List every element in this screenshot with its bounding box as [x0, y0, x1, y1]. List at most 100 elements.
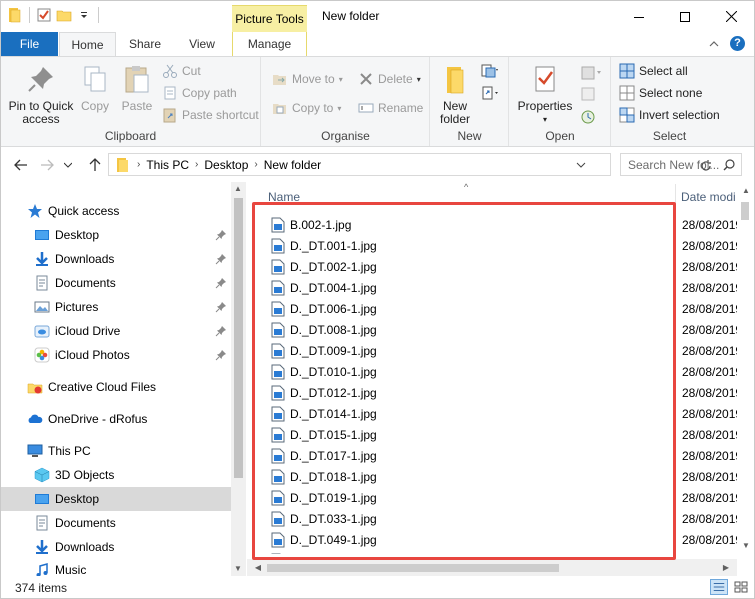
edit-icon[interactable]	[580, 86, 596, 102]
table-row[interactable]: D._DT.004-1.jpg 28/08/2019	[247, 277, 737, 298]
table-row[interactable]: D._DT.033-1.jpg 28/08/2019	[247, 508, 737, 529]
back-button[interactable]	[11, 155, 31, 175]
sidebar-item-3d-objects[interactable]: 3D Objects	[34, 463, 231, 487]
sidebar-item-documents-pinned[interactable]: Documents	[34, 271, 231, 295]
table-row[interactable]: D._DT.002-1.jpg 28/08/2019	[247, 256, 737, 277]
sidebar-item-pictures-pinned[interactable]: Pictures	[34, 295, 231, 319]
delete-button[interactable]: Delete ▾	[358, 69, 421, 89]
filelist-scroll-thumb[interactable]	[741, 202, 749, 220]
navpane-scroll-thumb[interactable]	[234, 198, 243, 478]
pin-icon[interactable]	[215, 277, 227, 289]
table-row[interactable]: D._DT.051-1.jpg28/08/2019	[247, 550, 737, 554]
address-bar[interactable]: › This PC › Desktop › New folder	[108, 153, 711, 176]
new-folder-button[interactable]: New folder	[433, 63, 477, 126]
filelist-hscroll-thumb[interactable]	[267, 564, 559, 572]
tab-home[interactable]: Home	[59, 32, 116, 57]
copy-button[interactable]: Copy	[77, 63, 113, 113]
table-row[interactable]: D._DT.014-1.jpg 28/08/2019	[247, 403, 737, 424]
properties-check-icon[interactable]	[36, 7, 52, 23]
pin-icon[interactable]	[215, 301, 227, 313]
table-row[interactable]: D._DT.010-1.jpg 28/08/2019	[247, 361, 737, 382]
tab-manage[interactable]: Manage	[232, 32, 307, 56]
pin-icon[interactable]	[215, 253, 227, 265]
sidebar-item-icloud-drive[interactable]: iCloud Drive	[34, 319, 231, 343]
tab-view[interactable]: View	[176, 32, 228, 56]
table-row[interactable]: D._DT.012-1.jpg 28/08/2019	[247, 382, 737, 403]
breadcrumb-desktop[interactable]: Desktop ›	[204, 158, 257, 172]
address-dropdown-icon[interactable]	[576, 160, 586, 170]
sidebar-item-documents[interactable]: Documents	[34, 511, 231, 535]
pin-icon[interactable]	[215, 325, 227, 337]
paste-shortcut-button[interactable]: Paste shortcut	[162, 105, 259, 125]
help-icon[interactable]: ?	[730, 36, 745, 51]
sidebar-item-downloads-pinned[interactable]: Downloads	[34, 247, 231, 271]
collapse-ribbon-icon[interactable]	[708, 38, 720, 50]
properties-button[interactable]: Properties ▾	[516, 63, 574, 126]
table-row[interactable]: D._DT.009-1.jpg 28/08/2019	[247, 340, 737, 361]
sidebar-item-label: Pictures	[55, 300, 99, 314]
sidebar-item-this-pc[interactable]: This PC	[27, 439, 231, 463]
sidebar-item-label: Desktop	[55, 228, 100, 242]
explorer-window: Picture Tools New folder File Home Share…	[0, 0, 755, 599]
new-item-icon[interactable]	[481, 63, 499, 79]
customize-qat-icon[interactable]	[76, 7, 92, 23]
table-row[interactable]: D._DT.049-1.jpg 28/08/2019	[247, 529, 737, 550]
sidebar-item-desktop-pinned[interactable]: Desktop	[34, 223, 231, 247]
breadcrumb-new-folder[interactable]: New folder	[264, 158, 321, 172]
breadcrumb-this-pc[interactable]: This PC ›	[146, 158, 198, 172]
table-row[interactable]: D._DT.001-1.jpg 28/08/2019	[247, 235, 737, 256]
up-button[interactable]	[85, 155, 105, 175]
file-name: D._DT.001-1.jpg	[290, 239, 377, 253]
large-icons-view-icon[interactable]	[732, 579, 750, 595]
table-row[interactable]: D._DT.015-1.jpg 28/08/2019	[247, 424, 737, 445]
copy-to-button[interactable]: Copy to ▾	[272, 98, 341, 118]
scroll-down-arrow-icon[interactable]: ▼	[739, 541, 753, 550]
table-row[interactable]: D._DT.017-1.jpg 28/08/2019	[247, 445, 737, 466]
rename-button[interactable]: Rename	[358, 98, 423, 118]
select-all-button[interactable]: Select all	[619, 61, 688, 81]
select-none-button[interactable]: Select none	[619, 83, 702, 103]
move-to-button[interactable]: Move to ▾	[272, 69, 343, 89]
maximize-button[interactable]	[662, 1, 708, 32]
copy-path-button[interactable]: Copy path	[162, 83, 237, 103]
sidebar-item-desktop[interactable]: Desktop	[1, 487, 231, 511]
navpane-scrollbar[interactable]: ▲ ▼	[231, 182, 246, 576]
sidebar-item-icloud-photos[interactable]: iCloud Photos	[34, 343, 231, 367]
scroll-down-arrow-icon[interactable]: ▼	[231, 564, 245, 573]
sidebar-item-quick-access[interactable]: Quick access	[27, 199, 231, 223]
invert-selection-button[interactable]: Invert selection	[619, 105, 720, 125]
scroll-up-arrow-icon[interactable]: ▲	[739, 186, 753, 195]
pin-icon[interactable]	[215, 349, 227, 361]
history-icon[interactable]	[580, 109, 596, 125]
new-folder-qat-icon[interactable]	[56, 7, 72, 23]
scroll-right-arrow-icon[interactable]: ▶	[719, 563, 733, 572]
pin-to-quick-access-button[interactable]: Pin to Quick access	[5, 63, 77, 126]
close-button[interactable]	[708, 1, 754, 32]
minimize-button[interactable]	[616, 1, 662, 32]
filelist-scrollbar[interactable]: ▲ ▼	[737, 182, 754, 554]
scroll-up-arrow-icon[interactable]: ▲	[231, 184, 245, 193]
tab-share[interactable]: Share	[119, 32, 171, 56]
tab-file[interactable]: File	[1, 32, 58, 56]
scroll-left-arrow-icon[interactable]: ◀	[251, 563, 265, 572]
table-row[interactable]: D._DT.018-1.jpg 28/08/2019	[247, 466, 737, 487]
pin-icon[interactable]	[215, 229, 227, 241]
easy-access-icon[interactable]	[481, 85, 499, 101]
sidebar-item-onedrive[interactable]: OneDrive - dRofus	[27, 407, 231, 431]
details-view-icon[interactable]	[710, 579, 728, 595]
qat-separator-2	[98, 7, 99, 23]
search-input[interactable]: Search New fol...	[620, 153, 742, 176]
open-icon[interactable]	[580, 65, 602, 81]
sidebar-item-creative-cloud-files[interactable]: Creative Cloud Files	[27, 375, 231, 399]
sidebar-item-music[interactable]: Music	[34, 559, 231, 576]
filelist-hscrollbar[interactable]: ◀ ▶	[247, 559, 737, 576]
recent-locations-button[interactable]	[61, 155, 75, 175]
table-row[interactable]: D._DT.006-1.jpg 28/08/2019	[247, 298, 737, 319]
table-row[interactable]: D._DT.008-1.jpg 28/08/2019	[247, 319, 737, 340]
sidebar-item-downloads[interactable]: Downloads	[34, 535, 231, 559]
table-row[interactable]: B.002-1.jpg 28/08/2019	[247, 214, 737, 235]
cut-button[interactable]: Cut	[162, 61, 201, 81]
paste-button[interactable]: Paste	[117, 63, 157, 113]
table-row[interactable]: D._DT.019-1.jpg 28/08/2019	[247, 487, 737, 508]
forward-button[interactable]	[37, 155, 57, 175]
